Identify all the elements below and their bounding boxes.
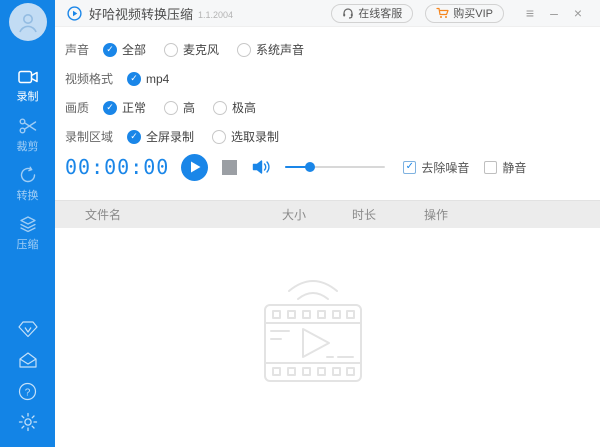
radio-icon — [237, 42, 252, 57]
headset-icon — [343, 8, 354, 19]
region-setting-row: 录制区域 全屏录制 选取录制 — [65, 122, 600, 151]
record-settings: 声音 全部 麦克风 系统声音 视频格式 mp4 — [55, 27, 600, 151]
cart-icon — [436, 7, 449, 18]
user-avatar[interactable] — [8, 3, 47, 41]
volume-icon[interactable] — [252, 159, 272, 175]
quality-option-ultra[interactable]: 极高 — [213, 99, 256, 116]
radio-icon — [127, 71, 142, 86]
online-support-label: 在线客服 — [358, 8, 403, 20]
close-button[interactable]: × — [566, 0, 590, 27]
sidebar-item-convert[interactable]: 转换 — [0, 165, 55, 203]
empty-film-icon — [263, 280, 362, 382]
record-camera-icon — [17, 69, 38, 85]
checkbox-icon — [403, 160, 417, 174]
scissors-icon — [19, 117, 37, 135]
sidebar-item-label: 转换 — [16, 189, 39, 202]
buy-vip-label: 购买VIP — [453, 8, 493, 20]
svg-text:?: ? — [25, 387, 31, 398]
buy-vip-button[interactable]: 购买VIP — [425, 3, 504, 23]
mute-checkbox[interactable]: 静音 — [484, 159, 526, 176]
play-icon — [191, 161, 201, 173]
region-option-select[interactable]: 选取录制 — [212, 128, 279, 145]
format-label: 视频格式 — [65, 72, 114, 86]
sidebar-item-label: 录制 — [16, 90, 39, 103]
menu-button[interactable]: ≡ — [518, 0, 542, 27]
volume-slider-thumb[interactable] — [305, 162, 316, 172]
sidebar: 录制 裁剪 转换 压缩 ? — [0, 0, 55, 447]
sound-option-system[interactable]: 系统声音 — [237, 41, 304, 58]
sound-setting-row: 声音 全部 麦克风 系统声音 — [65, 35, 600, 64]
person-icon — [18, 14, 37, 33]
radio-icon — [164, 100, 179, 115]
stop-record-button[interactable] — [222, 159, 238, 175]
file-table-header: 文件名 大小 时长 操作 — [55, 200, 600, 228]
sidebar-bottom: ? — [17, 318, 39, 433]
sound-option-all[interactable]: 全部 — [103, 41, 146, 58]
radio-icon — [103, 100, 118, 115]
radio-icon — [213, 100, 228, 115]
quality-setting-row: 画质 正常 高 极高 — [65, 93, 600, 122]
denoise-checkbox[interactable]: 去除噪音 — [403, 159, 469, 176]
app-window: 录制 裁剪 转换 压缩 ? 好哈视频转换压缩 1.1.2004 在线客服 购买V… — [0, 0, 600, 447]
column-filename: 文件名 — [85, 208, 122, 222]
sidebar-item-label: 压缩 — [16, 238, 39, 251]
region-option-fullscreen[interactable]: 全屏录制 — [127, 128, 194, 145]
column-duration: 时长 — [352, 208, 377, 222]
record-controls: 00:00:00 去除噪音 — [55, 151, 600, 183]
start-record-button[interactable] — [181, 153, 209, 181]
quality-option-normal[interactable]: 正常 — [103, 99, 146, 116]
convert-icon — [19, 166, 37, 184]
format-setting-row: 视频格式 mp4 — [65, 64, 600, 93]
mail-icon[interactable] — [17, 349, 39, 371]
minimize-button[interactable]: – — [542, 0, 566, 27]
quality-label: 画质 — [65, 101, 90, 115]
sidebar-item-label: 裁剪 — [16, 140, 39, 153]
help-icon[interactable]: ? — [17, 380, 39, 402]
settings-gear-icon[interactable] — [17, 411, 39, 433]
sidebar-item-compress[interactable]: 压缩 — [0, 214, 55, 252]
online-support-button[interactable]: 在线客服 — [331, 3, 414, 23]
app-logo-icon — [67, 5, 82, 21]
file-list-empty-state — [55, 228, 600, 393]
volume-slider-fill — [285, 162, 316, 172]
vip-diamond-icon[interactable] — [17, 318, 39, 340]
titlebar-actions: 在线客服 购买VIP ≡ – × — [331, 0, 590, 27]
column-size: 大小 — [282, 208, 307, 222]
volume-slider[interactable] — [285, 162, 386, 172]
quality-option-high[interactable]: 高 — [164, 99, 195, 116]
compress-layers-icon — [19, 215, 37, 233]
app-version: 1.1.2004 — [198, 9, 234, 20]
main-area: 好哈视频转换压缩 1.1.2004 在线客服 购买VIP ≡ – × 声音 ✓ … — [55, 0, 600, 447]
record-timer: 00:00:00 — [65, 155, 170, 179]
format-option-mp4[interactable]: mp4 — [127, 71, 169, 86]
sidebar-item-trim[interactable]: 裁剪 — [0, 116, 55, 154]
sidebar-nav: 录制 裁剪 转换 压缩 — [0, 67, 55, 252]
radio-icon — [164, 42, 179, 57]
titlebar: 好哈视频转换压缩 1.1.2004 在线客服 购买VIP ≡ – × — [55, 0, 600, 27]
checkbox-icon — [484, 160, 498, 174]
sound-label: 声音 — [65, 43, 90, 57]
radio-icon — [103, 42, 118, 57]
sidebar-item-record[interactable]: 录制 — [0, 67, 55, 105]
region-label: 录制区域 — [65, 130, 114, 144]
app-title: 好哈视频转换压缩 — [89, 6, 194, 22]
sound-option-microphone[interactable]: 麦克风 — [164, 41, 219, 58]
column-operation: 操作 — [424, 208, 449, 222]
radio-icon — [212, 129, 227, 144]
radio-icon — [127, 129, 142, 144]
